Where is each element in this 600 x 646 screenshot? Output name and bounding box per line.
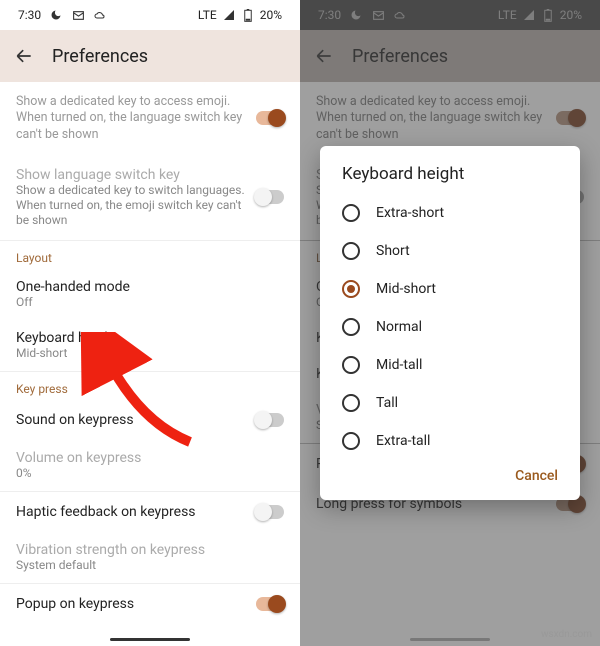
left-screen: 7:30 LTE 20% Preferences Show a dedicate… [0,0,300,646]
radio-icon[interactable] [342,318,360,336]
language-switch-row: Show language switch key Show a dedicate… [0,155,300,240]
watermark: wsxdn.com [541,629,592,640]
option-normal[interactable]: Normal [326,308,574,346]
battery-percent: 20% [260,8,282,22]
dialog-overlay[interactable]: Keyboard height Extra-short Short Mid-sh… [300,0,600,646]
option-short[interactable]: Short [326,232,574,270]
popup-row[interactable]: Popup on keypress [0,584,300,624]
option-mid-short[interactable]: Mid-short [326,270,574,308]
language-switch-toggle [256,190,284,204]
option-extra-short[interactable]: Extra-short [326,194,574,232]
radio-icon[interactable] [342,394,360,412]
settings-list[interactable]: Show a dedicated key to access emoji. Wh… [0,82,300,632]
option-tall[interactable]: Tall [326,384,574,422]
back-arrow-icon[interactable] [14,46,34,66]
sound-keypress-row[interactable]: Sound on keypress [0,400,300,440]
page-title: Preferences [52,46,148,67]
keyboard-height-row[interactable]: Keyboard height Mid-short [0,320,300,371]
radio-icon[interactable] [342,280,360,298]
status-time: 7:30 [18,8,41,22]
header-bar: Preferences [0,30,300,82]
keyboard-height-dialog: Keyboard height Extra-short Short Mid-sh… [320,146,580,500]
longpress-row[interactable]: Long press for symbols [0,624,300,632]
radio-icon[interactable] [342,242,360,260]
haptic-row[interactable]: Haptic feedback on keypress [0,492,300,532]
signal-icon [222,8,236,22]
radio-icon[interactable] [342,432,360,450]
one-handed-row[interactable]: One-handed mode Off [0,269,300,320]
network-label: LTE [198,8,217,22]
sound-toggle[interactable] [256,413,284,427]
emoji-key-toggle[interactable] [256,111,284,125]
haptic-toggle[interactable] [256,505,284,519]
radio-icon[interactable] [342,204,360,222]
popup-toggle[interactable] [256,597,284,611]
dialog-title: Keyboard height [326,164,574,194]
section-layout: Layout [0,241,300,269]
cancel-button[interactable]: Cancel [515,468,558,484]
radio-icon[interactable] [342,356,360,374]
status-bar: 7:30 LTE 20% [0,0,300,30]
option-extra-tall[interactable]: Extra-tall [326,422,574,460]
moon-icon [49,8,63,22]
nav-bar[interactable] [0,632,300,646]
emoji-key-row[interactable]: Show a dedicated key to access emoji. Wh… [0,82,300,155]
battery-icon [241,8,255,22]
cloud-icon [93,8,107,22]
nav-handle-icon[interactable] [110,638,190,641]
right-screen: 7:30 LTE 20% Preferences Show a dedicate… [300,0,600,646]
option-mid-tall[interactable]: Mid-tall [326,346,574,384]
volume-keypress-row: Volume on keypress 0% [0,440,300,491]
section-keypress: Key press [0,372,300,400]
mail-icon [71,8,85,22]
vibration-row: Vibration strength on keypress System de… [0,532,300,583]
